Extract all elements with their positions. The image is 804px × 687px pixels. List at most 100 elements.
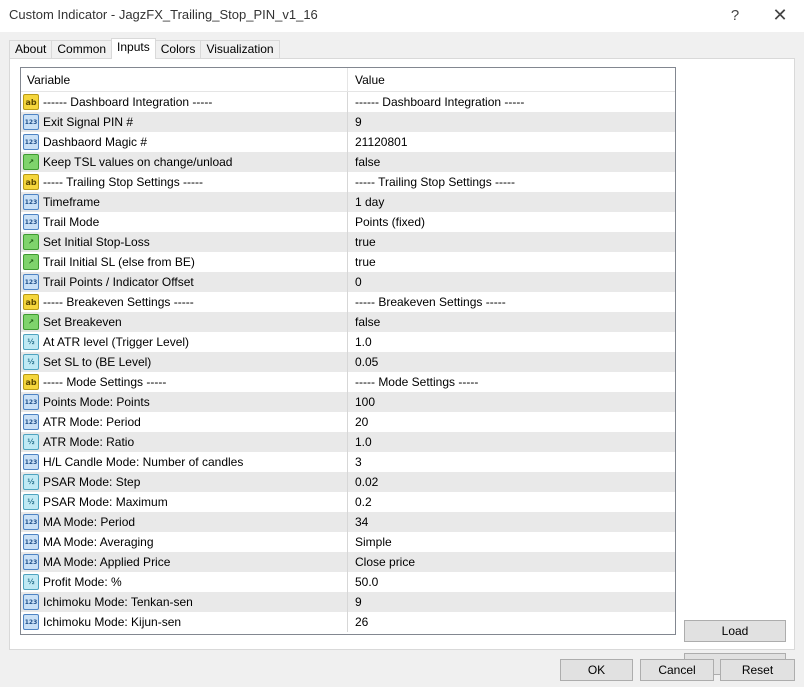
value-cell[interactable]: ------ Dashboard Integration ----- <box>348 92 675 112</box>
variable-label: PSAR Mode: Maximum <box>43 495 168 509</box>
value-cell[interactable]: false <box>348 152 675 172</box>
value-cell[interactable]: 21120801 <box>348 132 675 152</box>
variable-cell: 123 Trail Mode <box>21 212 348 232</box>
variable-label: Points Mode: Points <box>43 395 150 409</box>
variable-label: H/L Candle Mode: Number of candles <box>43 455 244 469</box>
variable-cell: ↗ Set Breakeven <box>21 312 348 332</box>
integer-type-icon: 123 <box>23 274 39 290</box>
value-cell[interactable]: 0 <box>348 272 675 292</box>
table-row[interactable]: ½ Set SL to (BE Level) 0.05 <box>21 352 675 372</box>
variable-cell: 123 MA Mode: Applied Price <box>21 552 348 572</box>
value-cell[interactable]: ----- Breakeven Settings ----- <box>348 292 675 312</box>
table-row[interactable]: ↗ Trail Initial SL (else from BE) true <box>21 252 675 272</box>
value-cell[interactable]: 1 day <box>348 192 675 212</box>
table-row[interactable]: ½ ATR Mode: Ratio 1.0 <box>21 432 675 452</box>
tab-colors[interactable]: Colors <box>154 40 202 59</box>
table-row[interactable]: 123 MA Mode: Averaging Simple <box>21 532 675 552</box>
variable-label: ----- Trailing Stop Settings ----- <box>43 175 204 189</box>
value-cell[interactable]: ----- Mode Settings ----- <box>348 372 675 392</box>
table-row[interactable]: 123 Ichimoku Mode: Kijun-sen 26 <box>21 612 675 632</box>
value-cell[interactable]: 1.0 <box>348 432 675 452</box>
table-row[interactable]: 123 Ichimoku Mode: Tenkan-sen 9 <box>21 592 675 612</box>
integer-type-icon: 123 <box>23 394 39 410</box>
grid-rows: ab ------ Dashboard Integration ----- ----… <box>21 92 675 632</box>
table-row[interactable]: 123 MA Mode: Applied Price Close price <box>21 552 675 572</box>
cancel-button[interactable]: Cancel <box>640 659 714 681</box>
double-type-icon: ½ <box>23 494 39 510</box>
integer-type-icon: 123 <box>23 114 39 130</box>
value-cell[interactable]: 0.02 <box>348 472 675 492</box>
variable-label: MA Mode: Period <box>43 515 136 529</box>
variable-label: Timeframe <box>43 195 100 209</box>
tab-visualization[interactable]: Visualization <box>200 40 280 59</box>
string-type-icon: ab <box>23 174 39 190</box>
variable-label: ATR Mode: Ratio <box>43 435 135 449</box>
load-button[interactable]: Load <box>684 620 786 642</box>
integer-type-icon: 123 <box>23 594 39 610</box>
tab-common[interactable]: Common <box>51 40 113 59</box>
value-cell[interactable]: 0.2 <box>348 492 675 512</box>
variable-column-header[interactable]: Variable <box>21 68 348 92</box>
table-row[interactable]: ½ PSAR Mode: Step 0.02 <box>21 472 675 492</box>
table-row[interactable]: ½ PSAR Mode: Maximum 0.2 <box>21 492 675 512</box>
tab-inputs[interactable]: Inputs <box>111 38 156 59</box>
table-row[interactable]: 123 Exit Signal PIN # 9 <box>21 112 675 132</box>
table-row[interactable]: 123 MA Mode: Period 34 <box>21 512 675 532</box>
table-row[interactable]: 123 Points Mode: Points 100 <box>21 392 675 412</box>
value-cell[interactable]: 9 <box>348 592 675 612</box>
inputs-grid: Variable Value ab ------ Dashboard Integr… <box>20 67 676 635</box>
table-row[interactable]: ½ Profit Mode: % 50.0 <box>21 572 675 592</box>
table-row[interactable]: ab ----- Breakeven Settings ----- ----- Br… <box>21 292 675 312</box>
table-row[interactable]: 123 H/L Candle Mode: Number of candles 3 <box>21 452 675 472</box>
table-row[interactable]: ↗ Set Initial Stop-Loss true <box>21 232 675 252</box>
value-cell[interactable]: 3 <box>348 452 675 472</box>
integer-type-icon: 123 <box>23 214 39 230</box>
value-cell[interactable]: 50.0 <box>348 572 675 592</box>
table-row[interactable]: ↗ Set Breakeven false <box>21 312 675 332</box>
table-row[interactable]: 123 Trail Points / Indicator Offset 0 <box>21 272 675 292</box>
value-cell[interactable]: 20 <box>348 412 675 432</box>
variable-cell: 123 H/L Candle Mode: Number of candles <box>21 452 348 472</box>
variable-label: At ATR level (Trigger Level) <box>43 335 190 349</box>
value-cell[interactable]: 1.0 <box>348 332 675 352</box>
value-cell[interactable]: true <box>348 232 675 252</box>
value-cell[interactable]: true <box>348 252 675 272</box>
table-row[interactable]: 123 Timeframe 1 day <box>21 192 675 212</box>
variable-cell: 123 Points Mode: Points <box>21 392 348 412</box>
value-cell[interactable]: 9 <box>348 112 675 132</box>
reset-button[interactable]: Reset <box>720 659 795 681</box>
value-cell[interactable]: ----- Trailing Stop Settings ----- <box>348 172 675 192</box>
grid-header: Variable Value <box>21 68 675 92</box>
value-cell[interactable]: 34 <box>348 512 675 532</box>
tab-about[interactable]: About <box>9 40 53 59</box>
value-cell[interactable]: 0.05 <box>348 352 675 372</box>
integer-type-icon: 123 <box>23 134 39 150</box>
value-cell[interactable]: Points (fixed) <box>348 212 675 232</box>
string-type-icon: ab <box>23 94 39 110</box>
value-cell[interactable]: Close price <box>348 552 675 572</box>
variable-cell: ½ At ATR level (Trigger Level) <box>21 332 348 352</box>
table-row[interactable]: ½ At ATR level (Trigger Level) 1.0 <box>21 332 675 352</box>
table-row[interactable]: 123 Dashbaord Magic # 21120801 <box>21 132 675 152</box>
table-row[interactable]: 123 ATR Mode: Period 20 <box>21 412 675 432</box>
value-cell[interactable]: 100 <box>348 392 675 412</box>
ok-button[interactable]: OK <box>560 659 633 681</box>
value-cell[interactable]: 26 <box>348 612 675 632</box>
value-cell[interactable]: Simple <box>348 532 675 552</box>
variable-cell: 123 Ichimoku Mode: Tenkan-sen <box>21 592 348 612</box>
variable-cell: ½ PSAR Mode: Step <box>21 472 348 492</box>
table-row[interactable]: ab ----- Mode Settings ----- ----- Mode Se… <box>21 372 675 392</box>
table-row[interactable]: ↗ Keep TSL values on change/unload false <box>21 152 675 172</box>
table-row[interactable]: ab ----- Trailing Stop Settings ----- ----… <box>21 172 675 192</box>
value-cell[interactable]: false <box>348 312 675 332</box>
variable-label: Profit Mode: % <box>43 575 122 589</box>
variable-cell: ab ----- Trailing Stop Settings ----- <box>21 172 348 192</box>
table-row[interactable]: ab ------ Dashboard Integration ----- ----… <box>21 92 675 112</box>
variable-cell: 123 Trail Points / Indicator Offset <box>21 272 348 292</box>
close-icon[interactable]: ✕ <box>758 0 802 30</box>
variable-label: Set Breakeven <box>43 315 122 329</box>
value-column-header[interactable]: Value <box>348 68 675 92</box>
double-type-icon: ½ <box>23 574 39 590</box>
help-icon[interactable]: ? <box>713 0 757 30</box>
table-row[interactable]: 123 Trail Mode Points (fixed) <box>21 212 675 232</box>
